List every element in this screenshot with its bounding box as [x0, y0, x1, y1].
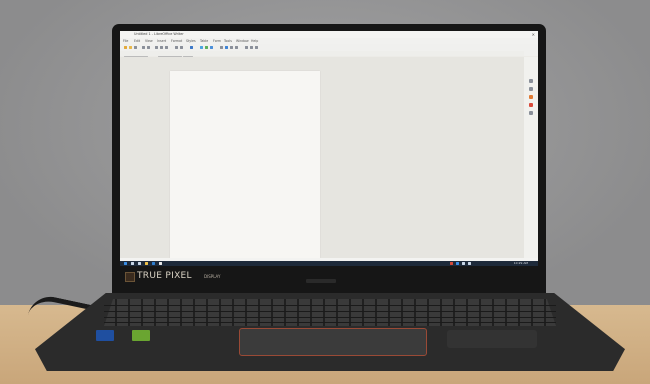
close-icon[interactable]: ✕ [532, 32, 535, 37]
shapes-icon[interactable] [255, 45, 258, 49]
true-pixel-badge-subtitle: DISPLAY [204, 274, 221, 279]
track-changes-icon[interactable] [245, 45, 248, 49]
gallery-icon[interactable] [529, 95, 533, 99]
key-row-divider [104, 317, 556, 318]
document-canvas[interactable] [120, 57, 524, 258]
laptop-screen: Untitled 1 - LibreOffice Writer ✕ File E… [120, 31, 538, 266]
writer-taskbar-icon[interactable] [159, 262, 162, 265]
key-row-divider [104, 322, 556, 323]
key-row-divider [104, 305, 556, 306]
windows-taskbar: 10:29 AM [120, 261, 538, 266]
page-icon[interactable] [529, 111, 533, 115]
nvidia-sticker [132, 330, 150, 341]
redo-icon[interactable] [180, 45, 183, 49]
document-page[interactable] [170, 71, 320, 258]
comment-icon[interactable] [235, 45, 238, 49]
palm-rest-right [447, 330, 537, 348]
browser-icon[interactable] [152, 262, 155, 265]
line-icon[interactable] [250, 45, 253, 49]
insert-table-icon[interactable] [200, 45, 203, 49]
properties-icon[interactable] [529, 79, 533, 83]
tray-app-icon[interactable] [450, 262, 453, 265]
insert-image-icon[interactable] [205, 45, 208, 49]
key-row-divider [104, 311, 556, 312]
horizontal-ruler [120, 51, 524, 56]
new-doc-icon[interactable] [124, 45, 127, 49]
open-icon[interactable] [129, 45, 132, 49]
styles-icon[interactable] [529, 87, 533, 91]
copy-icon[interactable] [160, 45, 163, 49]
window-title: Untitled 1 - LibreOffice Writer [134, 32, 184, 36]
true-pixel-badge: TRUE PIXEL [137, 271, 192, 281]
cut-icon[interactable] [155, 45, 158, 49]
insert-chart-icon[interactable] [210, 45, 213, 49]
hyperlink-icon[interactable] [225, 45, 228, 49]
export-pdf-icon[interactable] [142, 45, 145, 49]
print-icon[interactable] [147, 45, 150, 49]
taskbar-clock[interactable]: 10:29 AM [514, 261, 528, 266]
brand-logo [306, 279, 336, 283]
file-explorer-icon[interactable] [145, 262, 148, 265]
save-icon[interactable] [134, 45, 137, 49]
navigator-icon[interactable] [529, 103, 533, 107]
special-char-icon[interactable] [220, 45, 223, 49]
task-view-icon[interactable] [138, 262, 141, 265]
footnote-icon[interactable] [230, 45, 233, 49]
search-icon[interactable] [131, 262, 134, 265]
tray-network-icon[interactable] [456, 262, 459, 265]
display-badge-logo [125, 272, 135, 282]
paste-icon[interactable] [165, 45, 168, 49]
undo-icon[interactable] [175, 45, 178, 49]
tray-volume-icon[interactable] [462, 262, 465, 265]
touchpad[interactable] [239, 328, 427, 356]
find-icon[interactable] [190, 45, 193, 49]
window-titlebar: Untitled 1 - LibreOffice Writer ✕ [120, 31, 538, 38]
start-icon[interactable] [124, 262, 127, 265]
tray-battery-icon[interactable] [468, 262, 471, 265]
sidebar-deck [524, 57, 538, 258]
intel-sticker [96, 330, 114, 341]
